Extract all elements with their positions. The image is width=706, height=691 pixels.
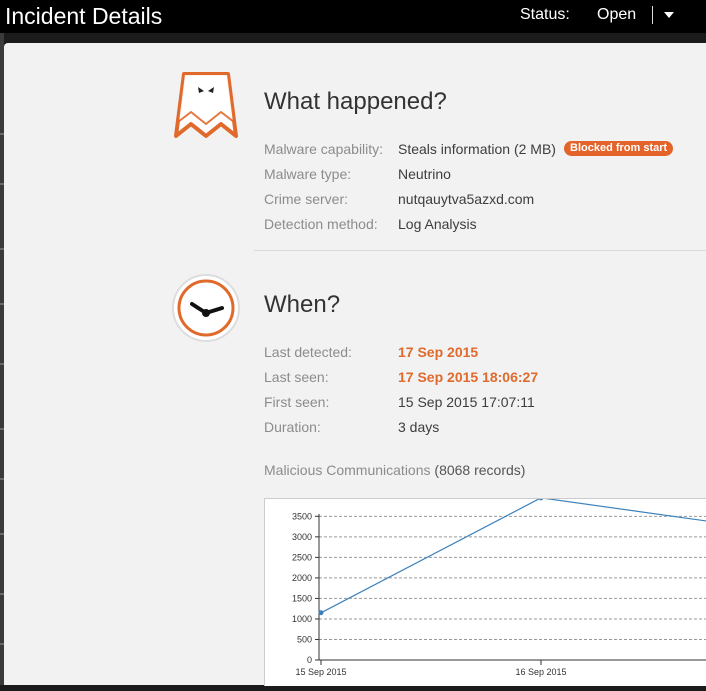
- y-tick-label: 2000: [292, 573, 312, 583]
- duration-value: 3 days: [398, 419, 440, 435]
- series-line: [320, 497, 706, 614]
- x-tick-label: 16 Sep 2015: [515, 667, 566, 677]
- y-tick-label: 2500: [292, 552, 312, 562]
- y-tick-label: 1000: [292, 614, 312, 624]
- duration-label: Duration:: [264, 419, 321, 435]
- ghost-icon: [174, 72, 238, 138]
- status-label: Status:: [520, 6, 570, 23]
- crime-server-label: Crime server:: [264, 191, 349, 207]
- first-seen-label: First seen:: [264, 394, 330, 410]
- malware-capability-label: Malware capability:: [264, 141, 384, 157]
- chevron-down-icon[interactable]: [664, 12, 674, 18]
- malware-capability-value: Steals information (2 MB): [398, 141, 556, 157]
- what-happened-title: What happened?: [264, 88, 447, 115]
- last-detected-label: Last detected:: [264, 344, 352, 360]
- last-detected-value: 17 Sep 2015: [398, 344, 479, 360]
- data-point: [538, 495, 544, 501]
- section-divider: [254, 250, 706, 251]
- incident-details-panel: What happened? Malware capability: Steal…: [4, 43, 706, 686]
- x-tick-label: 15 Sep 2015: [295, 667, 346, 677]
- data-point: [318, 610, 324, 616]
- y-tick-label: 500: [297, 634, 312, 644]
- communications-chart: 0 500 1000 1500 2000 2500 3000 3500 15 Sep 2015 1…: [264, 495, 706, 686]
- detection-method-label: Detection method:: [264, 216, 378, 232]
- malware-type-label: Malware type:: [264, 166, 352, 182]
- when-title: When?: [264, 291, 341, 318]
- y-tick-label: 1500: [292, 593, 312, 603]
- blocked-badge: Blocked from start: [564, 141, 674, 156]
- y-tick-label: 3500: [292, 511, 312, 521]
- top-bar: Incident Details Status: Open: [0, 0, 706, 33]
- crime-server-value: nutqauytva5azxd.com: [398, 191, 535, 207]
- y-tick-label: 0: [307, 655, 312, 665]
- last-seen-label: Last seen:: [264, 369, 329, 385]
- communications-count: (8068 records): [434, 462, 526, 478]
- status-divider: [652, 6, 653, 24]
- malware-type-value: Neutrino: [398, 166, 451, 182]
- y-tick-label: 3000: [292, 532, 312, 542]
- communications-heading: Malicious Communications (8068 records): [264, 462, 525, 478]
- status-dropdown-value[interactable]: Open: [597, 6, 636, 24]
- chart-svg: 0 500 1000 1500 2000 2500 3000 3500 15 Sep 2015 1…: [292, 495, 706, 677]
- detection-method-value: Log Analysis: [398, 216, 477, 232]
- communications-title: Malicious Communications: [264, 462, 431, 478]
- page-title: Incident Details: [5, 3, 163, 29]
- first-seen-value: 15 Sep 2015 17:07:11: [398, 394, 535, 410]
- last-seen-value: 17 Sep 2015 18:06:27: [398, 369, 539, 385]
- clock-icon: [172, 274, 240, 342]
